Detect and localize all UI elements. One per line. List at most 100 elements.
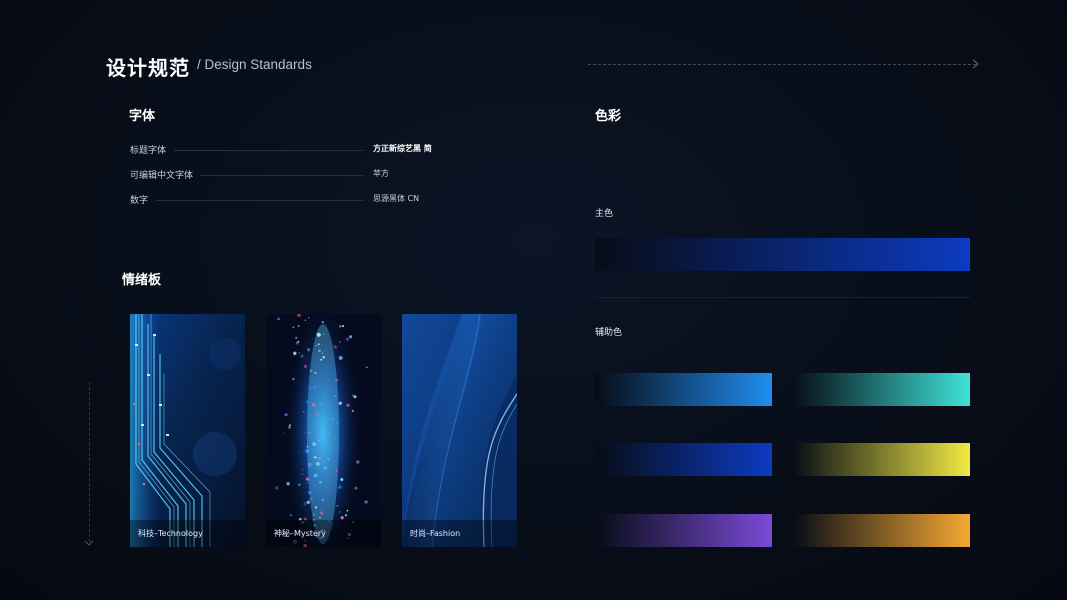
sparkle-dot [302,468,304,471]
sparkle-dot [303,364,308,369]
sparkle-dot [336,504,339,507]
sparkle-dot [320,439,323,442]
chevron-right-icon [972,59,979,69]
sparkle-dot [307,348,311,352]
sparkle-dot [300,354,304,358]
sparkle-dot [289,514,293,517]
sparkle-dot [275,486,279,490]
sparkle-dot [305,477,310,481]
sparkle-dot [364,500,368,504]
sparkle-dot [322,356,325,359]
secondary-swatch-orange [793,514,970,547]
font-row-value: 思源黑体 CN [373,194,420,203]
fonts-heading: 字体 [129,109,156,124]
sparkle-dot [335,469,338,472]
sparkle-dot [315,332,317,334]
primary-color-swatch [595,238,970,271]
font-row-value: 方正新综艺黑 简 [373,144,432,153]
sparkle-dot [297,324,300,327]
font-row-divider [174,150,364,151]
side-dashed-line [89,382,90,542]
sparkle-dot [323,333,325,335]
sparkle-dot [312,338,314,340]
sparkle-dot [310,388,312,389]
sparkle-dot [346,403,350,407]
moodboard-card-technology: 科技–Technology [130,314,245,547]
sparkle-dot [309,496,314,501]
sparkle-dot [351,394,355,397]
sparkle-dot [316,462,320,466]
sparkle-dot [319,511,324,516]
sparkle-dot [288,424,292,427]
sparkle-dot [336,422,339,425]
font-row-title: 标题字体 方正新综艺黑 简 [130,143,432,157]
card-caption: 时尚–Fashion [410,529,461,538]
fashion-image [402,314,517,547]
sparkle-dot [335,460,337,463]
sparkle-dot [316,332,321,337]
sparkle-dot [338,485,342,489]
color-divider [595,297,970,298]
sparkle-dot [286,481,290,486]
font-row-label: 可编辑中文字体 [130,171,194,181]
sparkle-dot [316,412,320,416]
sparkle-dot [305,400,309,404]
sparkle-dot [293,351,297,356]
sparkle-dot [308,431,311,434]
sparkle-dot [323,466,327,470]
sparkle-dot [292,326,295,329]
sparkle-dot [318,480,322,484]
card-caption-bar: 时尚–Fashion [402,520,517,547]
sparkle-dot [319,516,321,519]
sparkle-dot [318,361,320,363]
sparkle-dot [320,455,323,457]
sparkle-dot [312,385,317,390]
sparkle-dot [339,511,341,513]
primary-color-label: 主色 [595,209,614,219]
sparkle-dot [340,478,344,481]
sparkle-dot [298,352,300,354]
sparkle-dot [314,484,317,487]
sparkle-dot [340,342,342,344]
sparkle-dot [365,366,368,369]
sparkle-dot [321,321,324,324]
sparkle-dot [346,509,349,512]
font-row-divider [200,175,364,176]
sparkle-dot [338,401,342,405]
sparkle-dot [331,417,335,421]
page-subtitle: / Design Standards [197,57,312,72]
sparkle-dot [318,349,321,353]
sparkle-dot [351,409,354,413]
sparkle-dot [298,451,300,453]
sparkle-dot [319,403,322,406]
sparkle-dot [305,449,310,454]
sparkle-dot [334,345,338,349]
sparkle-dot [298,483,301,486]
font-row-label: 数字 [130,196,149,206]
sparkle-dot [320,358,323,361]
font-row-number: 数字 思源黑体 CN [130,193,430,207]
sparkle-dot [307,482,309,484]
sparkle-dot [297,341,300,343]
sparkle-dot [288,426,291,429]
card-caption-bar: 神秘–Mystery [266,520,381,547]
sparkle-dot [295,336,298,339]
sparkle-dot [322,350,324,352]
sparkle-dot [342,325,345,328]
sparkle-dot [317,343,320,346]
sparkle-dot [314,456,317,459]
sparkle-dot [313,473,318,478]
secondary-swatch-deep-blue [595,443,772,476]
sparkle-dot [345,337,350,341]
chevron-down-icon [84,540,94,546]
sparkle-dot [309,369,312,372]
sparkle-dot [306,500,310,504]
sparkle-dot [314,371,317,375]
sparkle-dot [322,460,324,462]
sparkle-dot [313,456,315,458]
sparkle-dot [277,317,280,321]
sparkle-dot [349,335,353,339]
sparkle-dot [321,498,324,502]
secondary-color-label: 辅助色 [595,328,623,338]
card-caption: 科技–Technology [138,529,203,538]
